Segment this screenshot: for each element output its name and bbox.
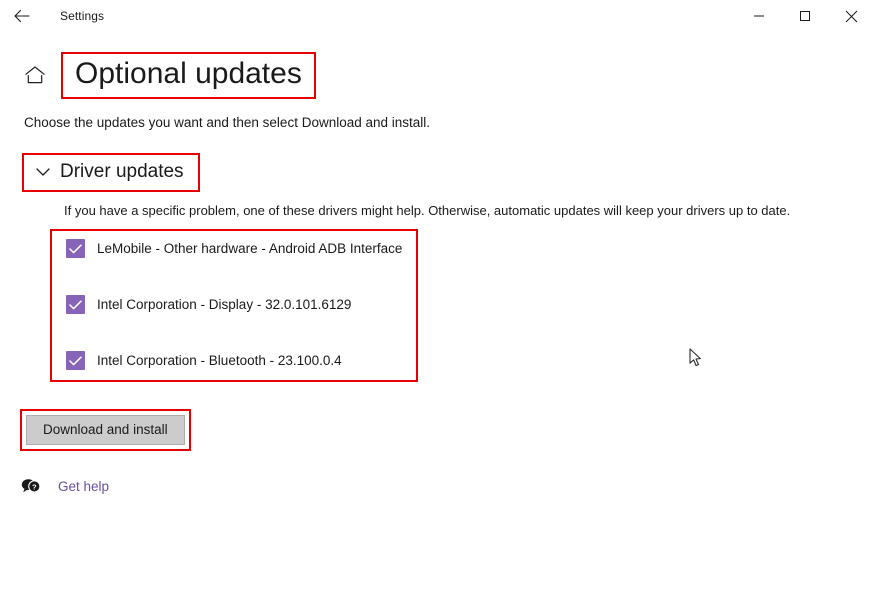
maximize-icon — [799, 10, 811, 22]
list-item-label: Intel Corporation - Display - 32.0.101.6… — [97, 297, 352, 313]
page-header: Optional updates — [0, 52, 874, 99]
driver-updates-description: If you have a specific problem, one of t… — [64, 202, 791, 218]
question-bubble-icon: ? — [20, 476, 42, 496]
checkbox-checked-icon[interactable] — [66, 295, 85, 315]
download-and-install-button[interactable]: Download and install — [26, 414, 185, 446]
title-bar: Settings — [0, 0, 874, 32]
driver-list-annotation: LeMobile - Other hardware - Android ADB … — [50, 228, 418, 382]
checkbox-checked-icon[interactable] — [66, 351, 85, 371]
page-content: Optional updates Choose the updates you … — [0, 52, 874, 496]
get-help-row[interactable]: ? Get help — [0, 476, 874, 496]
checkbox-checked-icon[interactable] — [66, 239, 85, 259]
chevron-down-icon[interactable] — [34, 163, 52, 181]
back-button[interactable] — [0, 0, 44, 32]
minimize-icon — [753, 10, 765, 22]
close-icon — [845, 10, 858, 23]
minimize-button[interactable] — [736, 0, 782, 32]
driver-updates-annotation: Driver updates — [22, 152, 200, 192]
download-install-annotation: Download and install — [20, 408, 191, 452]
list-item[interactable]: LeMobile - Other hardware - Android ADB … — [66, 238, 416, 260]
back-arrow-icon — [14, 9, 30, 23]
app-title: Settings — [60, 9, 105, 23]
get-help-link[interactable]: Get help — [58, 479, 109, 494]
page-title-annotation: Optional updates — [61, 52, 316, 99]
driver-updates-heading[interactable]: Driver updates — [60, 161, 184, 183]
list-item[interactable]: Intel Corporation - Bluetooth - 23.100.0… — [66, 350, 416, 372]
list-item-label: LeMobile - Other hardware - Android ADB … — [97, 241, 403, 257]
maximize-button[interactable] — [782, 0, 828, 32]
list-item[interactable]: Intel Corporation - Display - 32.0.101.6… — [66, 294, 416, 316]
svg-text:?: ? — [32, 482, 37, 491]
home-icon[interactable] — [22, 62, 48, 88]
page-title: Optional updates — [75, 57, 302, 90]
list-item-label: Intel Corporation - Bluetooth - 23.100.0… — [97, 353, 342, 369]
window-controls — [736, 0, 874, 32]
page-subtitle: Choose the updates you want and then sel… — [24, 114, 431, 130]
close-button[interactable] — [828, 0, 874, 32]
